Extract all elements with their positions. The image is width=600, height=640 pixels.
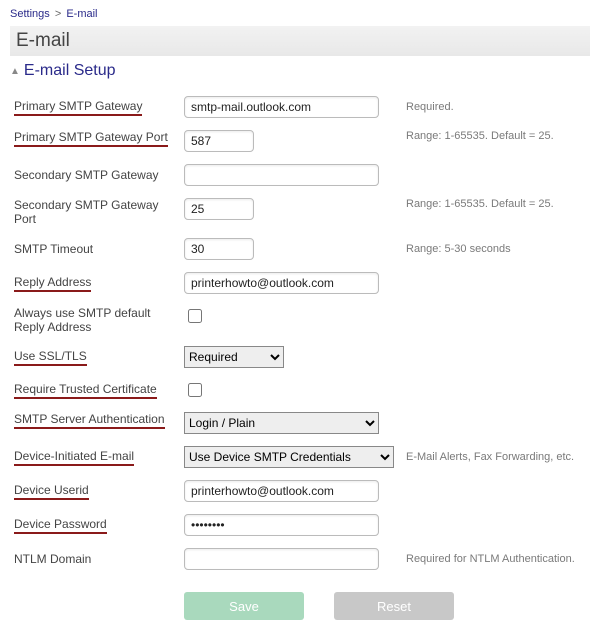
save-button[interactable]: Save bbox=[184, 592, 304, 620]
primary-smtp-port-label: Primary SMTP Gateway Port bbox=[14, 130, 168, 147]
ntlm-domain-label: NTLM Domain bbox=[14, 552, 91, 566]
reset-button[interactable]: Reset bbox=[334, 592, 454, 620]
primary-smtp-gateway-input[interactable] bbox=[184, 96, 379, 118]
primary-smtp-port-input[interactable] bbox=[184, 130, 254, 152]
use-ssl-select[interactable]: Required bbox=[184, 346, 284, 368]
use-ssl-label: Use SSL/TLS bbox=[14, 349, 87, 366]
secondary-smtp-port-label: Secondary SMTP Gateway Port bbox=[14, 198, 159, 226]
always-default-reply-label: Always use SMTP default Reply Address bbox=[14, 306, 151, 334]
primary-smtp-gateway-label: Primary SMTP Gateway bbox=[14, 99, 142, 116]
secondary-smtp-port-hint: Range: 1-65535. Default = 25. bbox=[394, 198, 590, 210]
ntlm-domain-hint: Required for NTLM Authentication. bbox=[394, 553, 590, 565]
primary-smtp-gateway-hint: Required. bbox=[394, 101, 590, 113]
reply-address-input[interactable] bbox=[184, 272, 379, 294]
reply-address-label: Reply Address bbox=[14, 275, 91, 292]
breadcrumb: Settings > E-mail bbox=[10, 6, 590, 26]
primary-smtp-port-hint: Range: 1-65535. Default = 25. bbox=[394, 130, 590, 142]
secondary-smtp-port-input[interactable] bbox=[184, 198, 254, 220]
device-password-label: Device Password bbox=[14, 517, 107, 534]
secondary-smtp-gateway-input[interactable] bbox=[184, 164, 379, 186]
smtp-auth-select[interactable]: Login / Plain bbox=[184, 412, 379, 434]
breadcrumb-sep: > bbox=[55, 8, 61, 20]
always-default-reply-checkbox[interactable] bbox=[188, 309, 202, 323]
require-trusted-cert-checkbox[interactable] bbox=[188, 383, 202, 397]
device-initiated-hint: E-Mail Alerts, Fax Forwarding, etc. bbox=[394, 451, 590, 463]
smtp-timeout-input[interactable] bbox=[184, 238, 254, 260]
smtp-timeout-hint: Range: 5-30 seconds bbox=[394, 243, 590, 255]
section-header[interactable]: ▲ E-mail Setup bbox=[10, 56, 590, 90]
page-title: E-mail bbox=[10, 26, 590, 56]
device-userid-input[interactable] bbox=[184, 480, 379, 502]
secondary-smtp-gateway-label: Secondary SMTP Gateway bbox=[14, 168, 159, 182]
ntlm-domain-input[interactable] bbox=[184, 548, 379, 570]
device-initiated-label: Device-Initiated E-mail bbox=[14, 449, 134, 466]
collapse-icon: ▲ bbox=[10, 66, 20, 77]
breadcrumb-root[interactable]: Settings bbox=[10, 8, 50, 20]
breadcrumb-current: E-mail bbox=[66, 8, 97, 20]
device-password-input[interactable] bbox=[184, 514, 379, 536]
smtp-auth-label: SMTP Server Authentication bbox=[14, 412, 165, 429]
require-trusted-cert-label: Require Trusted Certificate bbox=[14, 382, 157, 399]
device-initiated-select[interactable]: Use Device SMTP Credentials bbox=[184, 446, 394, 468]
section-title: E-mail Setup bbox=[24, 62, 116, 80]
smtp-timeout-label: SMTP Timeout bbox=[14, 242, 93, 256]
device-userid-label: Device Userid bbox=[14, 483, 89, 500]
